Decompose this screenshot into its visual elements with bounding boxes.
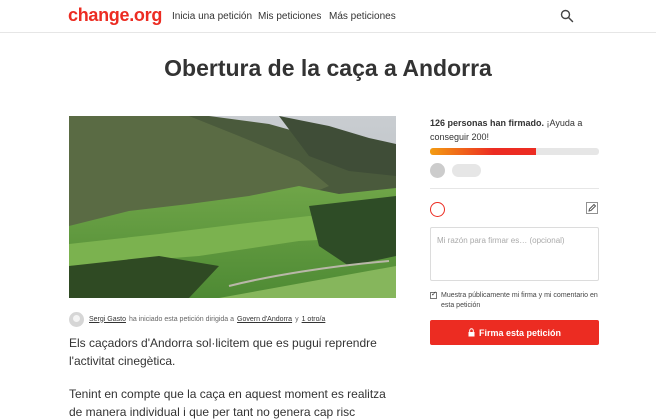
public-signature-checkbox[interactable] (430, 290, 437, 300)
signature-progress-bar (430, 148, 599, 155)
signature-count: 126 personas han firmado. ¡Ayuda a conse… (430, 116, 600, 144)
sidebar-divider (430, 188, 599, 189)
reason-input[interactable] (430, 227, 599, 281)
sign-petition-label: Firma esta petición (478, 327, 562, 338)
other-decision-makers-link[interactable]: 1 otro/a (302, 316, 326, 323)
author-avatar[interactable] (69, 311, 84, 327)
public-signature-label[interactable]: Muestra públicamente mi firma y mi comen… (441, 291, 601, 311)
petition-paragraph: Els caçadors d'Andorra sol·licitem que e… (69, 336, 377, 368)
sign-petition-button[interactable]: Firma esta petición (430, 320, 599, 345)
petition-photo (69, 116, 396, 298)
signer-name-placeholder (452, 164, 481, 177)
petition-author-line: Sergi Gasto ha iniciado esta petición di… (69, 310, 325, 328)
edit-pencil-icon[interactable] (586, 202, 598, 214)
signer-avatar (430, 163, 445, 178)
lock-icon (468, 328, 475, 337)
author-started-text: ha iniciado esta petición dirigida a (128, 315, 235, 323)
signature-progress-fill (430, 148, 537, 155)
change-org-logo[interactable]: change.org (68, 5, 162, 26)
nav-my-petitions[interactable]: Mis peticiones (258, 11, 321, 22)
nav-more-petitions[interactable]: Más peticiones (329, 11, 396, 22)
decision-maker-link[interactable]: Govern d'Andorra (237, 316, 292, 323)
petition-title: Obertura de la caça a Andorra (164, 55, 492, 81)
author-and-text: y (295, 315, 299, 323)
author-name-link[interactable]: Sergi Gasto (89, 316, 126, 323)
signature-count-bold: 126 personas han firmado. (430, 118, 545, 128)
nav-start-petition[interactable]: Inicia una petición (172, 11, 252, 22)
user-circle-icon[interactable] (430, 202, 445, 217)
petition-paragraph: Tenint en compte que la caça en aquest m… (69, 387, 386, 419)
top-navigation-bar: change.org Inicia una petición Mis petic… (0, 0, 656, 33)
search-icon[interactable] (560, 9, 574, 23)
